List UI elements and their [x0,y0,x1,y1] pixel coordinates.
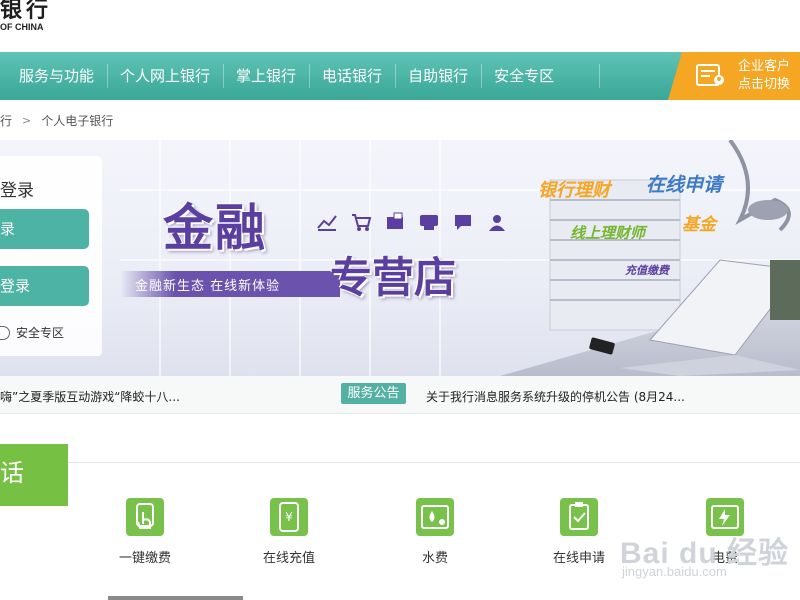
section-tab[interactable]: 话 [0,444,68,506]
service-label: 水费 [421,551,448,566]
service-label: 在线申请 [552,551,605,566]
bottom-tabs-strip [0,596,800,600]
alt-login-button[interactable]: 登录 [0,266,89,306]
notice-badge[interactable]: 服务公告 [341,383,406,404]
logo-english-text: OF CHINA [0,22,44,32]
cart-icon [350,212,372,232]
breadcrumb: 行 > 个人电子银行 [0,108,113,132]
chevron-right-icon: > [22,113,32,127]
service-label: 在线充值 [262,551,315,566]
corporate-switch-label: 企业客户 点击切换 [738,59,791,92]
service-water-bill[interactable]: 水费 [385,498,485,566]
nav-item-phone-bank[interactable]: 电话银行 [309,52,395,100]
chart-icon [316,212,338,232]
banner-title-store: 专营店 [330,253,457,302]
service-one-click-pay[interactable]: 一键缴费 [95,498,195,566]
chat-icon [452,212,474,232]
corporate-switch-button[interactable]: 企业客户 点击切换 [668,52,800,100]
banner-word-fund: 基金 [682,215,716,235]
section-divider [0,462,800,463]
nav-item-mobile-bank[interactable]: 掌上银行 [223,52,309,100]
corporate-card-icon [696,64,724,86]
ticker-item-right[interactable]: 关于我行消息服务系统升级的停机公告 (8月24... [426,388,685,405]
banner-word-advisor: 线上理财师 [570,224,646,242]
security-zone-link[interactable]: 安全专区 [0,324,64,341]
logo-chinese-text: 银行 [0,0,53,23]
login-title: 登录 [0,181,34,201]
ticker-item-left[interactable]: 嗨”之夏季版互动游戏“降蛟十八... [0,388,180,405]
user-icon [486,212,508,232]
water-bill-icon [416,498,454,536]
clipboard-check-icon [560,498,598,536]
service-label: 一键缴费 [118,551,171,566]
security-zone-label: 安全专区 [16,326,65,340]
breadcrumb-current: 个人电子银行 [41,113,114,128]
svg-text:¥: ¥ [285,510,293,524]
banner-word-apply: 在线申请 [646,174,723,196]
banner-word-topup: 充值缴费 [625,264,669,277]
breadcrumb-home[interactable]: 行 [0,112,12,129]
nav-item-personal-ebank[interactable]: 个人网上银行 [107,52,223,100]
nav-item-self-service[interactable]: 自助银行 [395,52,481,100]
nav-divider [599,64,600,88]
nav-item-services[interactable]: 服务与功能 [6,52,107,100]
baidu-watermark-url: jingyan.baidu.com [622,564,727,579]
banner-subtitle: 金融新生态 在线新体验 [135,279,281,294]
banner-title-finance: 金融 [163,199,267,257]
service-online-apply[interactable]: 在线申请 [529,498,629,566]
banner-service-icons [316,212,508,232]
banner-word-wealth: 银行理财 [538,180,610,201]
service-online-topup[interactable]: ¥ 在线充值 [239,498,339,566]
shield-icon [0,325,10,340]
card-icon [384,212,406,232]
login-button[interactable]: 录 [0,209,89,249]
nav-item-security-zone[interactable]: 安全专区 [481,52,567,100]
bank-logo[interactable]: 银行 OF CHINA [0,0,220,52]
tap-icon [126,498,164,536]
atm-icon [418,212,440,232]
phone-yuan-icon: ¥ [270,498,308,536]
